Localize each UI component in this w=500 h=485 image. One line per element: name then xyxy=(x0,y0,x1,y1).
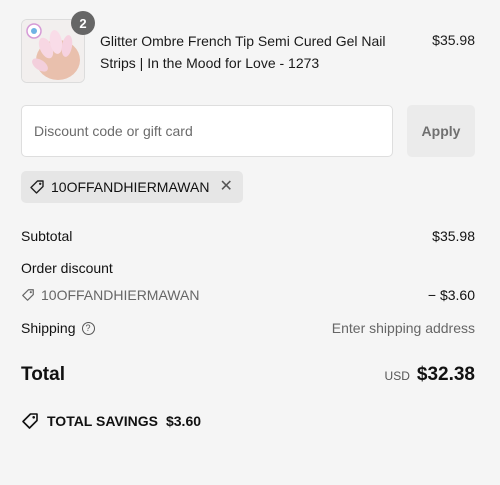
product-price: $35.98 xyxy=(432,32,475,48)
apply-button[interactable]: Apply xyxy=(407,105,475,157)
quantity-badge: 2 xyxy=(71,11,95,35)
shipping-label-wrap: Shipping ? xyxy=(21,320,95,336)
tag-icon xyxy=(29,179,45,195)
discount-code: 10OFFANDHIERMAWAN xyxy=(21,287,199,303)
shipping-value: Enter shipping address xyxy=(331,320,475,336)
discount-code-label: 10OFFANDHIERMAWAN xyxy=(41,287,200,303)
shipping-label: Shipping xyxy=(21,320,76,336)
order-summary: 2 Glitter Ombre French Tip Semi Cured Ge… xyxy=(0,0,500,485)
discount-form: Apply xyxy=(21,105,475,157)
order-discount-row: Order discount xyxy=(21,260,475,276)
line-item: 2 Glitter Ombre French Tip Semi Cured Ge… xyxy=(21,11,475,83)
savings-label: TOTAL SAVINGS xyxy=(47,413,158,429)
total-row: Total USD $32.38 xyxy=(21,364,475,386)
tag-icon xyxy=(22,289,34,301)
remove-discount-close-icon[interactable]: ✕ xyxy=(219,179,232,195)
applied-code-label: 10OFFANDHIERMAWAN xyxy=(51,179,210,195)
subtotal-row: Subtotal $35.98 xyxy=(21,228,475,244)
product-title: Glitter Ombre French Tip Semi Cured Gel … xyxy=(100,33,386,71)
discount-code-input[interactable] xyxy=(21,105,393,157)
total-label: Total xyxy=(21,364,65,385)
order-discount-label: Order discount xyxy=(21,260,113,276)
total-amount-wrap: USD $32.38 xyxy=(385,364,475,386)
currency-code: USD xyxy=(384,369,410,383)
help-icon[interactable]: ? xyxy=(81,321,95,335)
product-thumbnail: 2 xyxy=(21,11,95,83)
subtotal-value: $35.98 xyxy=(432,228,475,244)
total-savings: TOTAL SAVINGS $3.60 xyxy=(21,412,201,430)
savings-value: $3.60 xyxy=(165,413,202,429)
total-amount: $32.38 xyxy=(416,364,475,385)
discount-code-row: 10OFFANDHIERMAWAN − $3.60 xyxy=(21,287,475,303)
shipping-row: Shipping ? Enter shipping address xyxy=(21,320,475,336)
applied-discount-chip: 10OFFANDHIERMAWAN ✕ xyxy=(21,171,243,203)
savings-tag-icon xyxy=(22,413,38,429)
subtotal-label: Subtotal xyxy=(21,228,73,244)
discount-value: − $3.60 xyxy=(427,287,475,303)
